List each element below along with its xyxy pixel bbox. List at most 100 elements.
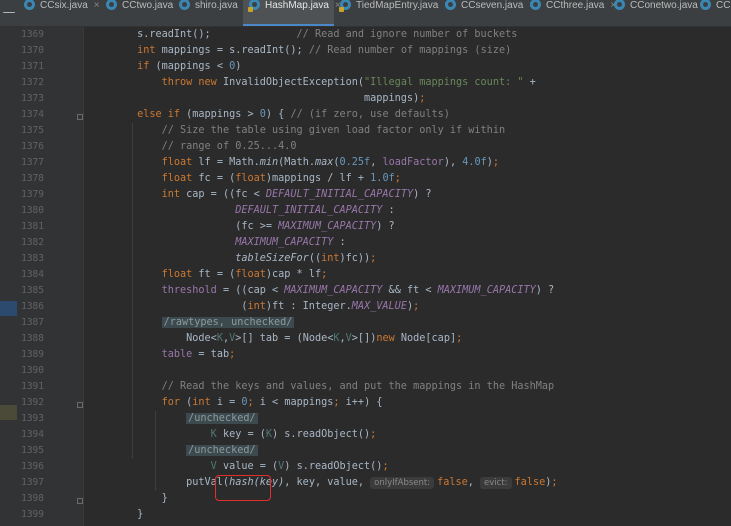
code-line: float fc = (float)mappings / lf + 1.0f; bbox=[161, 173, 401, 184]
change-marker bbox=[0, 301, 17, 316]
java-class-icon bbox=[614, 0, 625, 10]
line-number: 1391 bbox=[21, 381, 44, 392]
code-line: } bbox=[88, 493, 168, 504]
code-line: mappings); bbox=[88, 93, 426, 104]
line-number: 1385 bbox=[21, 285, 44, 296]
code-line: (fc >= MAXIMUM_CAPACITY) ? bbox=[88, 221, 395, 232]
tab-tiedmapentry[interactable]: TiedMapEntry.java× bbox=[334, 0, 450, 26]
close-tab-icon[interactable]: × bbox=[94, 0, 100, 11]
tab-hashmap[interactable]: HashMap.java × bbox=[243, 0, 341, 26]
line-number: 1392 bbox=[21, 397, 44, 408]
code-line: threshold = ((cap < MAXIMUM_CAPACITY && … bbox=[161, 285, 555, 296]
code-line: float ft = (float)cap * lf; bbox=[161, 269, 328, 280]
tab-ccthree[interactable]: CCthree.java× bbox=[524, 0, 616, 26]
tab-cc[interactable]: CC bbox=[694, 0, 731, 26]
recent-files-menu-icon[interactable]: — bbox=[0, 0, 18, 26]
code-line: /rawtypes, unchecked/ bbox=[161, 317, 295, 328]
code-line: if (mappings < 0) bbox=[137, 61, 242, 72]
line-number: 1395 bbox=[21, 445, 44, 456]
line-number: 1379 bbox=[21, 189, 44, 200]
java-class-icon bbox=[24, 0, 35, 10]
code-line: else if (mappings > 0) { // (if zero, us… bbox=[137, 109, 450, 120]
line-number: 1397 bbox=[21, 477, 44, 488]
line-number: 1386 bbox=[21, 301, 44, 312]
tab-cctwo[interactable]: CCtwo.java× bbox=[100, 0, 185, 26]
tab-shiro[interactable]: shiro.java× bbox=[173, 0, 250, 26]
code-line: // Read the keys and values, and put the… bbox=[161, 381, 555, 392]
tab-label: CC bbox=[716, 0, 731, 12]
line-number: 1380 bbox=[21, 205, 44, 216]
line-number: 1375 bbox=[21, 125, 44, 136]
line-number: 1369 bbox=[21, 29, 44, 40]
tab-label: CConetwo.java bbox=[630, 0, 698, 12]
code-line: MAXIMUM_CAPACITY : bbox=[235, 237, 346, 248]
line-number: 1377 bbox=[21, 157, 44, 168]
line-number: 1378 bbox=[21, 173, 44, 184]
java-class-icon bbox=[106, 0, 117, 10]
tab-ccseven[interactable]: CCseven.java× bbox=[439, 0, 535, 26]
code-line: // range of 0.25...4.0 bbox=[161, 141, 297, 152]
change-marker bbox=[0, 405, 17, 420]
code-line: DEFAULT_INITIAL_CAPACITY : bbox=[235, 205, 395, 216]
line-number: 1393 bbox=[21, 413, 44, 424]
line-number: 1399 bbox=[21, 509, 44, 520]
code-line: table = tab; bbox=[161, 349, 236, 360]
line-number: 1394 bbox=[21, 429, 44, 440]
tab-label: TiedMapEntry.java bbox=[356, 0, 439, 12]
param-hint: evict: bbox=[480, 477, 512, 489]
line-number: 1374 bbox=[21, 109, 44, 120]
code-line: K key = (K) s.readObject(); bbox=[210, 429, 377, 440]
tab-ccsix[interactable]: CCsix.java × bbox=[18, 0, 100, 26]
editor-gutter: 1369 1370 1371 1372 1373 1374 1375 1376 1377 1378… bbox=[0, 27, 84, 526]
java-class-icon bbox=[700, 0, 711, 10]
java-class-icon bbox=[179, 0, 190, 10]
code-line: int mappings = s.readInt(); // Read numb… bbox=[137, 45, 512, 56]
line-number: 1370 bbox=[21, 45, 44, 56]
editor-tab-bar: — CCsix.java×CCtwo.java×shiro.java×HashM… bbox=[0, 0, 731, 27]
code-line: V value = (V) s.readObject(); bbox=[210, 461, 389, 472]
line-number: 1396 bbox=[21, 461, 44, 472]
line-number: 1390 bbox=[21, 365, 44, 376]
line-number: 1382 bbox=[21, 237, 44, 248]
tab-label: HashMap.java bbox=[265, 0, 329, 12]
code-line: tableSizeFor((int)fc)); bbox=[235, 253, 377, 264]
line-number: 1381 bbox=[21, 221, 44, 232]
java-class-icon bbox=[248, 0, 260, 12]
code-line: } bbox=[88, 509, 144, 520]
code-line: for (int i = 0; i < mappings; i++) { bbox=[161, 397, 383, 408]
tab-label: CCseven.java bbox=[461, 0, 524, 12]
code-line: float lf = Math.min(Math.max(0.25f, load… bbox=[161, 157, 500, 168]
tab-cconetwo[interactable]: CConetwo.java× bbox=[608, 0, 710, 26]
code-line: s.readInt(); // Read and ignore number o… bbox=[88, 29, 518, 40]
param-hint: onlyIfAbsent: bbox=[370, 477, 435, 489]
line-number: 1371 bbox=[21, 61, 44, 72]
gutter-separator bbox=[83, 27, 84, 526]
line-number: 1388 bbox=[21, 333, 44, 344]
code-line: /unchecked/ bbox=[186, 413, 258, 424]
code-line: (int)ft : Integer.MAX_VALUE); bbox=[88, 301, 420, 312]
line-number: 1387 bbox=[21, 317, 44, 328]
line-number: 1373 bbox=[21, 93, 44, 104]
code-line: int cap = ((fc < DEFAULT_INITIAL_CAPACIT… bbox=[161, 189, 432, 200]
code-line: putVal(hash(key), key, value, onlyIfAbse… bbox=[88, 477, 558, 489]
line-number: 1384 bbox=[21, 269, 44, 280]
line-number: 1389 bbox=[21, 349, 44, 360]
java-class-icon bbox=[339, 0, 351, 12]
code-line: /unchecked/ bbox=[186, 445, 258, 456]
code-line: // Size the table using given load facto… bbox=[161, 125, 506, 136]
highlight-box bbox=[215, 475, 271, 501]
line-number: 1376 bbox=[21, 141, 44, 152]
line-number: 1398 bbox=[21, 493, 44, 504]
line-number: 1372 bbox=[21, 77, 44, 88]
tab-label: shiro.java bbox=[195, 0, 238, 12]
code-line: Node<K,V>[] tab = (Node<K,V>[])new Node[… bbox=[88, 333, 463, 344]
tab-label: CCthree.java bbox=[546, 0, 605, 12]
code-editor[interactable]: s.readInt(); // Read and ignore number o… bbox=[88, 27, 731, 526]
java-class-icon bbox=[530, 0, 541, 10]
tab-label: CCtwo.java bbox=[122, 0, 174, 12]
code-line: throw new InvalidObjectException("Illega… bbox=[161, 77, 536, 88]
tab-label: CCsix.java bbox=[40, 0, 88, 12]
line-number: 1383 bbox=[21, 253, 44, 264]
java-class-icon bbox=[445, 0, 456, 10]
